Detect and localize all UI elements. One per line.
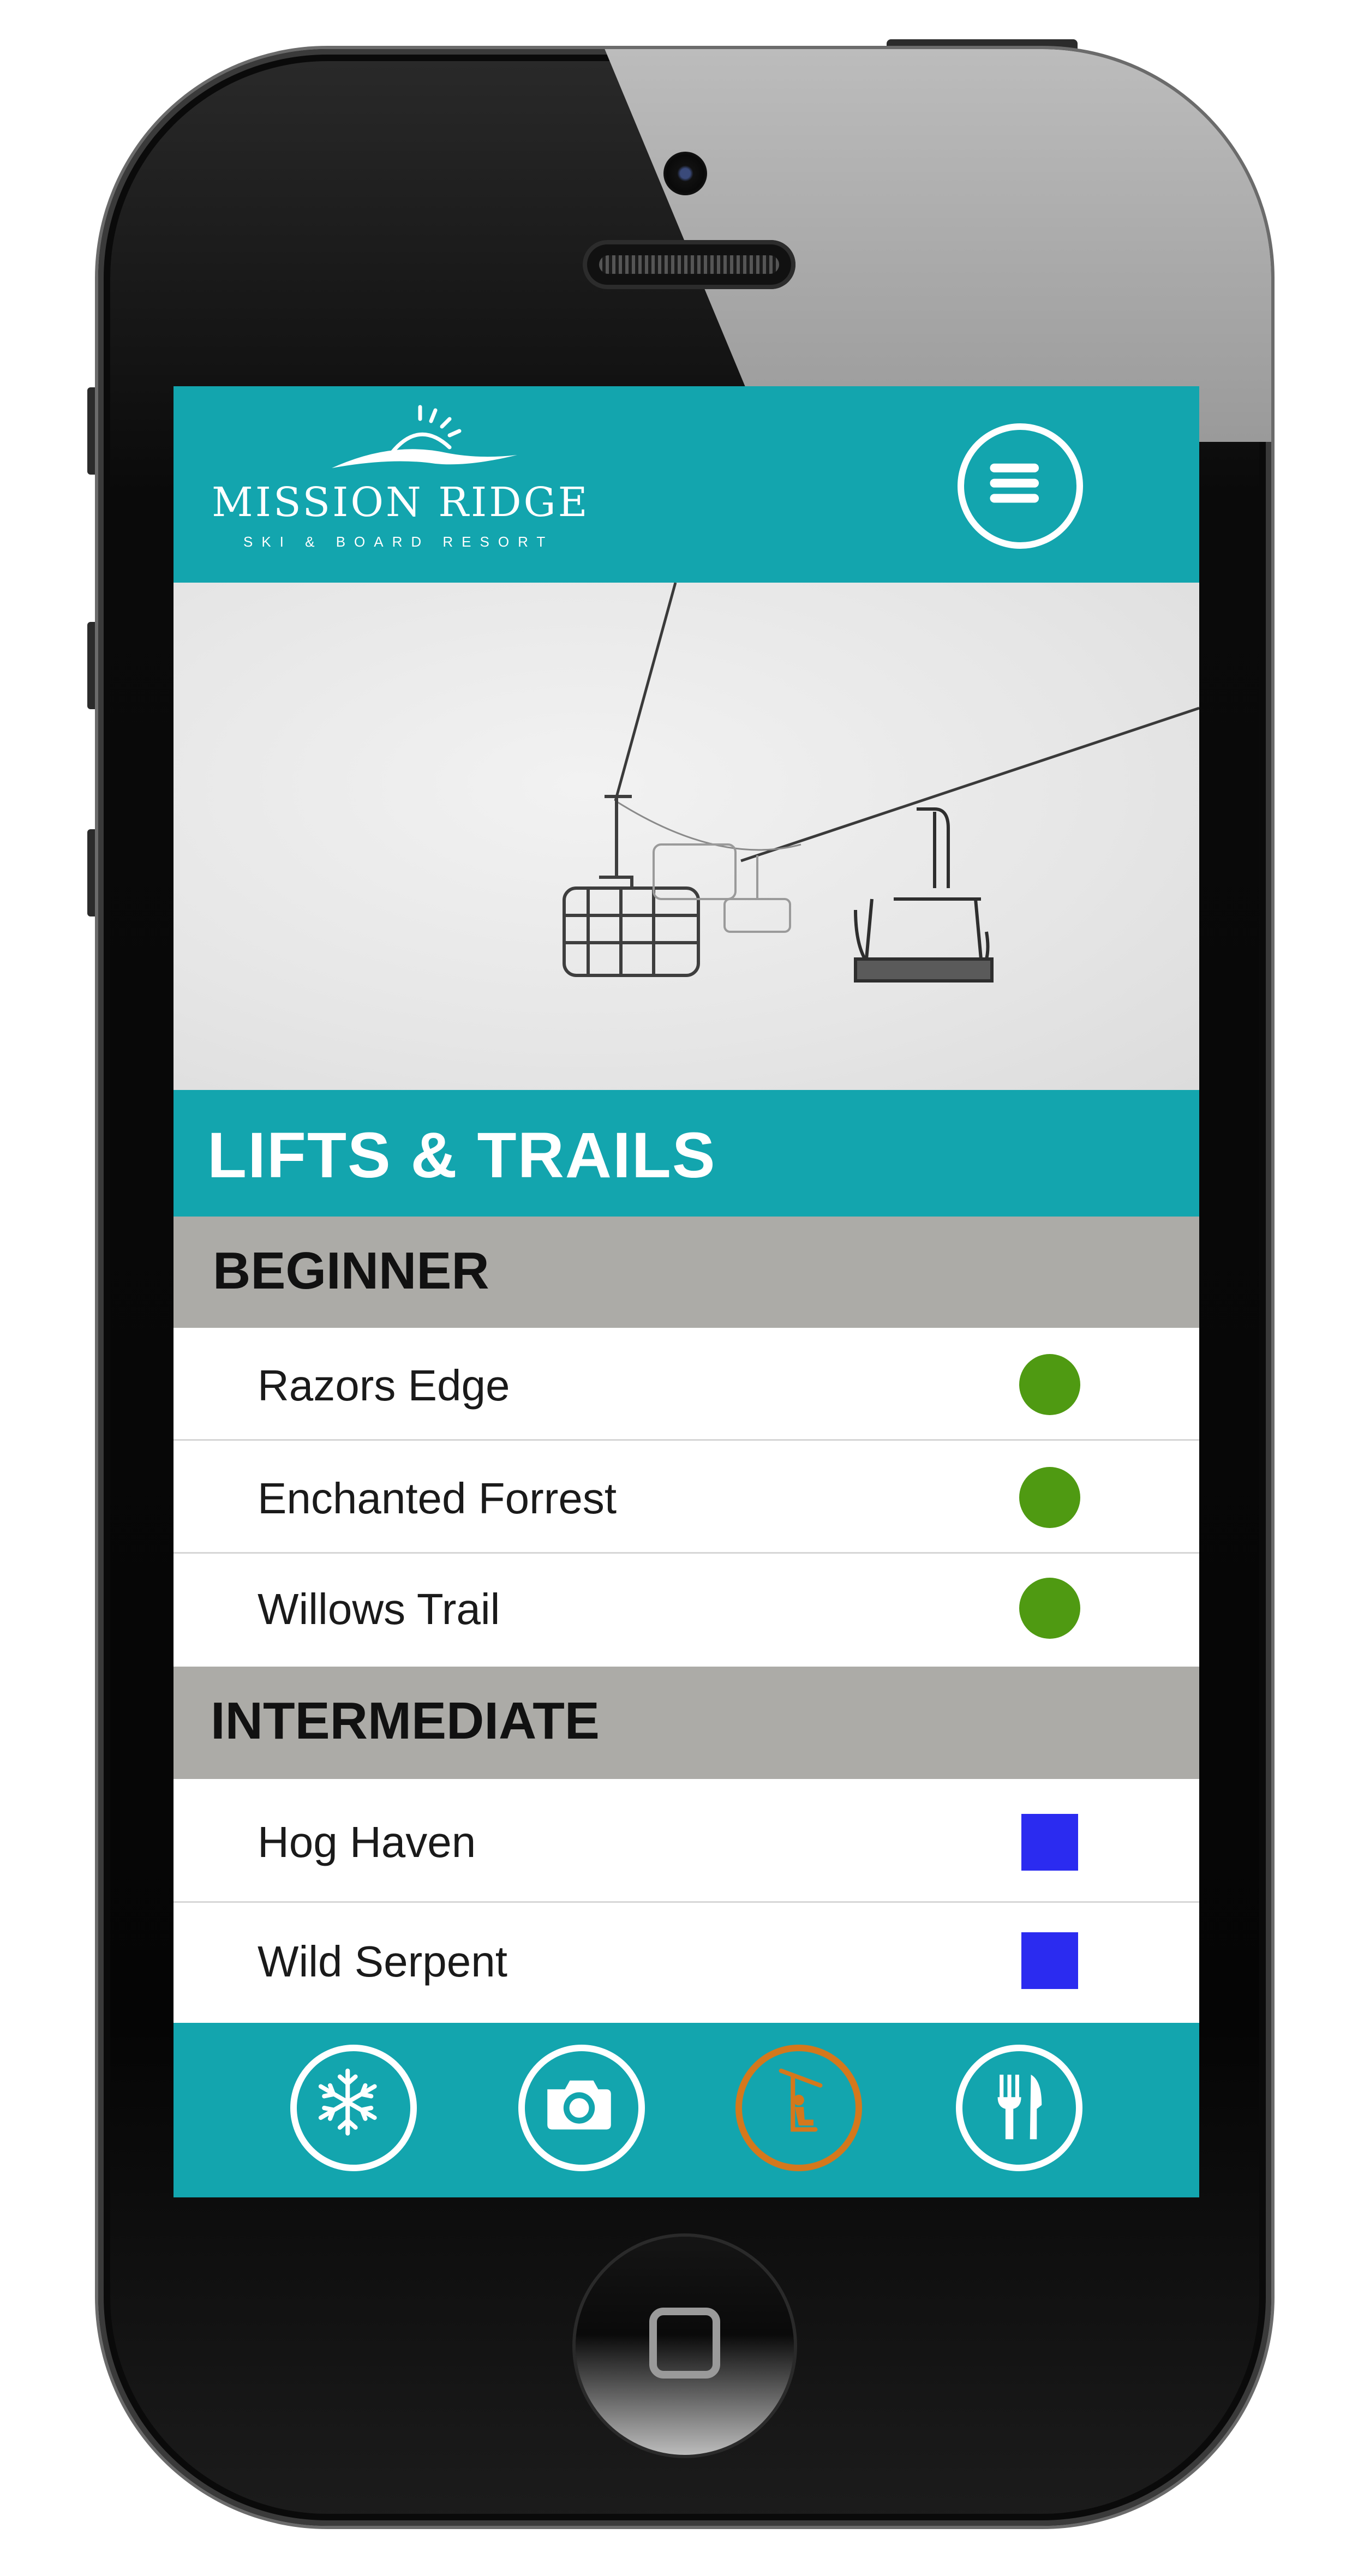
trail-name: Razors Edge [258, 1361, 510, 1410]
fork-knife-icon [997, 2075, 1042, 2140]
trail-name: Willows Trail [258, 1585, 500, 1633]
trail-name: Wild Serpent [258, 1937, 507, 1986]
section-header-beginner: BEGINNER [174, 1217, 1199, 1328]
tab-photos[interactable] [518, 2045, 645, 2171]
section-label: INTERMEDIATE [211, 1692, 600, 1750]
tab-dining[interactable] [956, 2045, 1082, 2171]
chairlift-photo [563, 583, 1199, 983]
logo-tagline: SKI & BOARD RESORT [243, 534, 554, 550]
snowflake-icon [318, 2068, 377, 2136]
section-header-intermediate: INTERMEDIATE [174, 1667, 1199, 1779]
page-title-bar: LIFTS & TRAILS [174, 1090, 1199, 1217]
hero-image [174, 583, 1199, 1090]
sun-mountain-logo-icon [332, 405, 517, 468]
earpiece-speaker [583, 240, 795, 289]
trail-name: Hog Haven [258, 1818, 476, 1866]
trail-row[interactable]: Enchanted Forrest [174, 1441, 1199, 1554]
trail-row[interactable]: Willows Trail [174, 1554, 1199, 1667]
green-circle-icon [1019, 1354, 1080, 1415]
menu-button[interactable] [958, 423, 1083, 549]
app-logo[interactable]: MISSION RIDGE SKI & BOARD RESORT [212, 403, 637, 566]
page-title: LIFTS & TRAILS [207, 1119, 716, 1191]
trail-row[interactable]: Razors Edge [174, 1328, 1199, 1441]
green-circle-icon [1019, 1467, 1080, 1528]
front-camera [663, 152, 707, 195]
volume-up-button [87, 622, 99, 709]
home-square-icon [649, 2308, 720, 2379]
chairlift-icon [779, 2068, 823, 2132]
trail-name: Enchanted Forrest [258, 1474, 617, 1523]
trail-row[interactable]: Hog Haven [174, 1779, 1199, 1903]
tab-lifts-trails[interactable] [735, 2045, 862, 2171]
bottom-tab-bar [174, 2023, 1199, 2197]
volume-down-button [87, 829, 99, 916]
green-circle-icon [1019, 1578, 1080, 1639]
blue-square-icon [1021, 1814, 1078, 1871]
blue-square-icon [1021, 1932, 1078, 1989]
section-label: BEGINNER [213, 1242, 489, 1300]
logo-name: MISSION RIDGE [212, 479, 590, 526]
app-screen: MISSION RIDGE SKI & BOARD RESORT LIFTS &… [174, 386, 1199, 2197]
mute-switch [87, 387, 99, 475]
camera-icon [547, 2080, 611, 2130]
app-header: MISSION RIDGE SKI & BOARD RESORT [174, 386, 1199, 583]
home-button[interactable] [576, 2237, 794, 2455]
mockup-stage: MISSION RIDGE SKI & BOARD RESORT LIFTS &… [0, 0, 1364, 2576]
tab-conditions[interactable] [290, 2045, 417, 2171]
trail-row[interactable]: Wild Serpent [174, 1903, 1199, 2023]
hamburger-menu-icon [990, 463, 1039, 503]
